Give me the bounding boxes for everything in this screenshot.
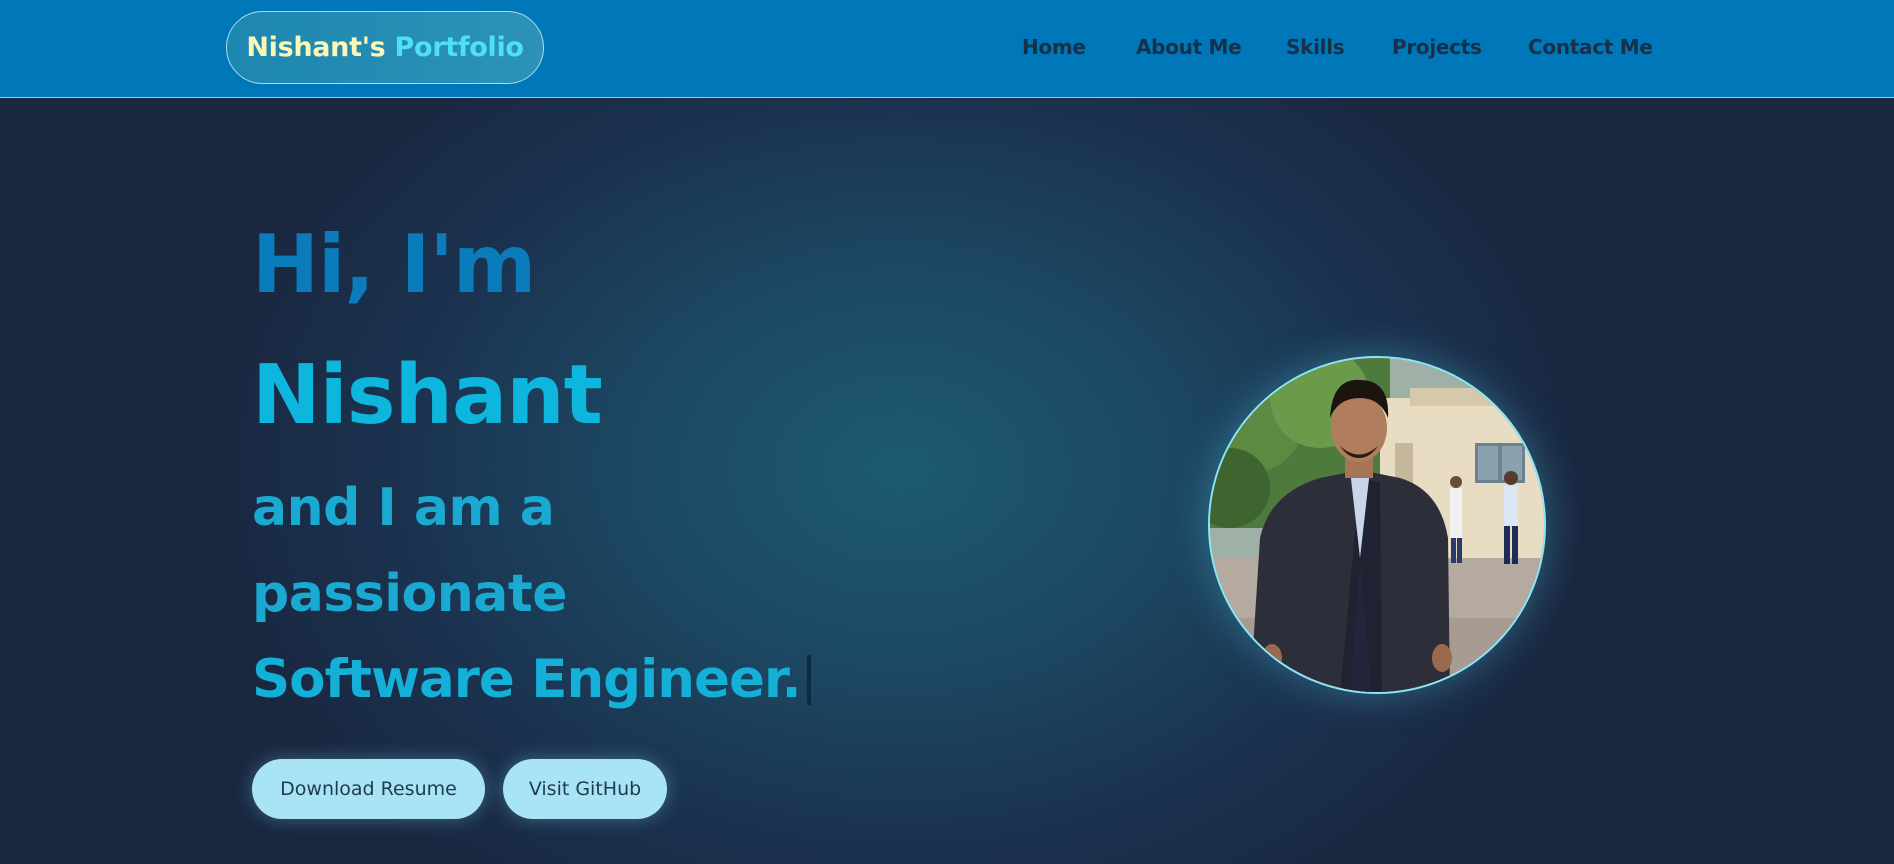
nav-link-contact[interactable]: Contact Me — [1528, 35, 1653, 59]
hero-greeting: Hi, I'm — [252, 218, 536, 311]
navbar: Nishant's Portfolio Home About Me Skills… — [0, 0, 1894, 98]
nav-links: Home About Me Skills Projects Contact Me — [0, 0, 1894, 98]
visit-github-button[interactable]: Visit GitHub — [503, 759, 667, 819]
download-resume-button[interactable]: Download Resume — [252, 759, 485, 819]
nav-link-home[interactable]: Home — [1022, 35, 1086, 59]
hero-role-text: Software Engineer. — [252, 649, 802, 710]
hero-role: Software Engineer. — [252, 653, 811, 706]
nav-link-about[interactable]: About Me — [1136, 35, 1242, 59]
nav-link-projects[interactable]: Projects — [1392, 35, 1482, 59]
hero-name: Nishant — [252, 348, 603, 443]
profile-photo-illustration — [1210, 358, 1544, 692]
hero-intro-line1: and I am a — [252, 478, 555, 538]
nav-link-skills[interactable]: Skills — [1286, 35, 1345, 59]
hero-intro-line2: passionate — [252, 564, 568, 624]
typing-cursor — [806, 654, 811, 705]
profile-photo — [1208, 356, 1546, 694]
